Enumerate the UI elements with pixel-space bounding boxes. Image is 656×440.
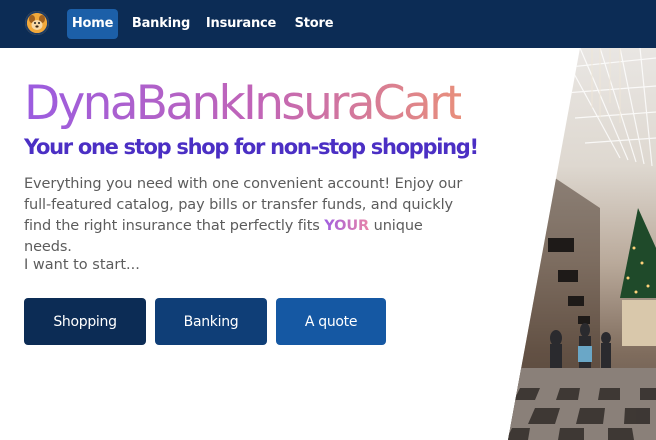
dog-logo-icon[interactable] xyxy=(25,11,49,35)
nav-banking-link[interactable]: Banking xyxy=(130,9,192,39)
hero-tagline: Your one stop shop for non-stop shopping… xyxy=(24,135,479,159)
nav-store-link[interactable]: Store xyxy=(290,9,338,39)
start-prompt: I want to start... xyxy=(24,257,140,273)
brand-title: DynaBankInsuraCart xyxy=(24,74,464,134)
hero-description: Everything you need with one convenient … xyxy=(24,174,474,258)
quote-button[interactable]: A quote xyxy=(276,298,386,345)
shopping-button[interactable]: Shopping xyxy=(24,298,146,345)
nav-insurance-link[interactable]: Insurance xyxy=(205,9,277,39)
description-emphasis: YOUR xyxy=(324,218,370,234)
top-navbar: Home Banking Insurance Store xyxy=(0,0,656,48)
banking-button[interactable]: Banking xyxy=(155,298,267,345)
nav-home-link[interactable]: Home xyxy=(67,9,118,39)
